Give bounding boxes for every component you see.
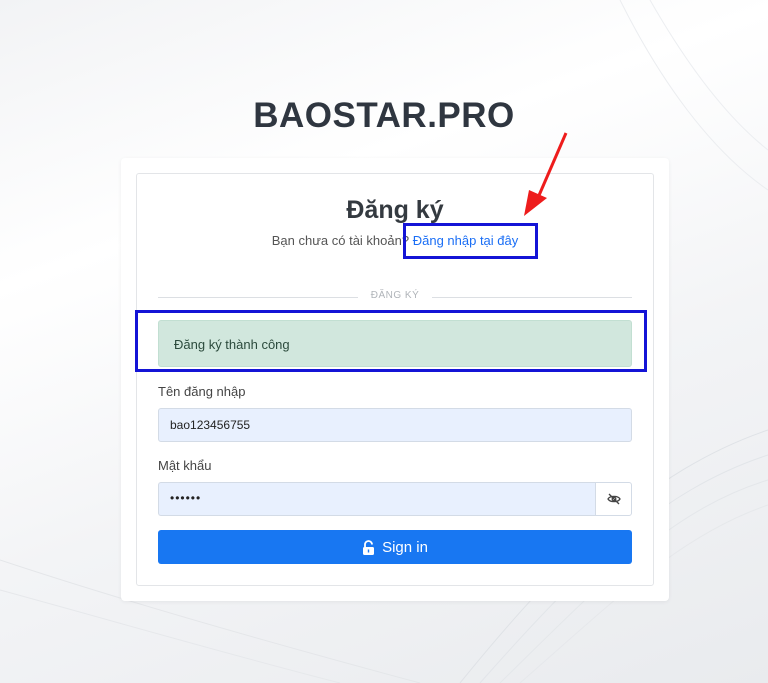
password-label: Mật khẩu bbox=[158, 458, 212, 473]
toggle-password-button[interactable] bbox=[595, 482, 632, 516]
subtitle-text: Bạn chưa có tài khoản? bbox=[271, 233, 410, 248]
divider-label: ĐĂNG KÝ bbox=[358, 290, 432, 301]
username-input[interactable]: bao123456755 bbox=[158, 408, 632, 442]
red-arrow-annotation bbox=[524, 132, 568, 216]
signin-label: Sign in bbox=[382, 538, 428, 556]
eye-slash-icon bbox=[606, 493, 621, 505]
lock-open-icon bbox=[362, 539, 375, 555]
highlight-box-alert bbox=[135, 310, 647, 372]
highlight-box-login-link bbox=[403, 223, 538, 259]
form-title: Đăng ký bbox=[346, 196, 444, 224]
brand-title: BAOSTAR.PRO bbox=[253, 96, 515, 135]
username-label: Tên đăng nhập bbox=[158, 384, 246, 399]
signin-button[interactable]: Sign in bbox=[158, 530, 632, 564]
password-group: •••••• bbox=[158, 482, 632, 516]
password-input[interactable]: •••••• bbox=[158, 482, 595, 516]
form-subtitle: Bạn chưa có tài khoản? Đăng nhập tại đây bbox=[136, 233, 654, 248]
